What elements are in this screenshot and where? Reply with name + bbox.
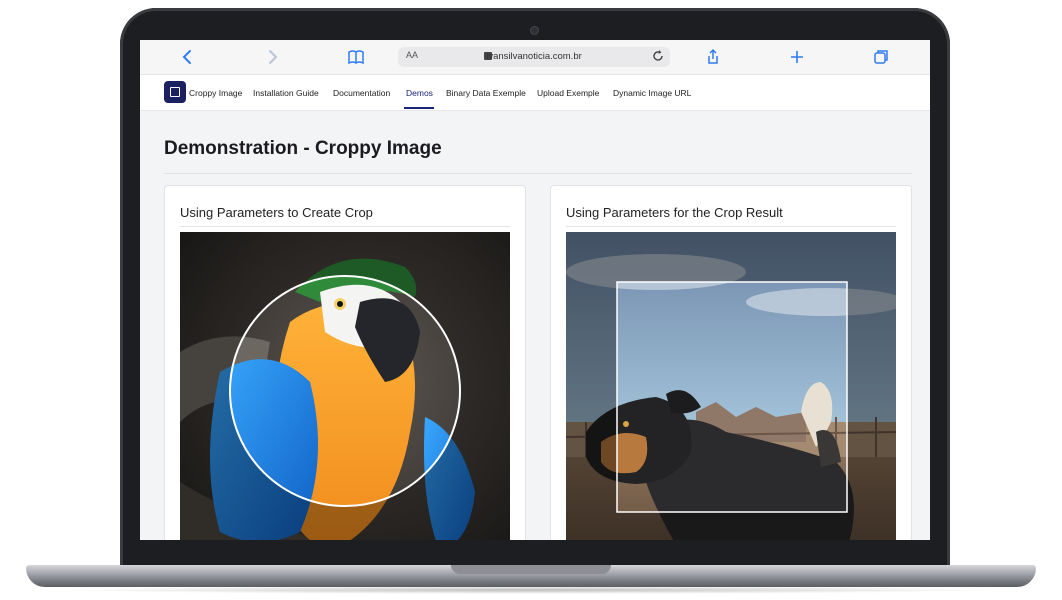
- demo-card-create-crop: Using Parameters to Create Crop: [164, 185, 526, 540]
- card-title: Using Parameters for the Crop Result: [566, 205, 783, 220]
- new-tab-icon[interactable]: [787, 47, 807, 67]
- camera-dot: [531, 27, 538, 34]
- address-bar[interactable]: AA ivansilvanoticia.com.br: [398, 47, 670, 67]
- book-icon[interactable]: [346, 47, 366, 67]
- page-title: Demonstration - Croppy Image: [164, 138, 442, 159]
- nav-item-binary-data[interactable]: Binary Data Exemple: [446, 88, 526, 98]
- parrot-image[interactable]: [180, 232, 510, 540]
- brand-logo[interactable]: [164, 81, 186, 103]
- divider: [164, 173, 912, 174]
- reload-icon[interactable]: [652, 49, 664, 66]
- forward-icon[interactable]: [262, 47, 282, 67]
- crop-icon: [170, 87, 180, 97]
- laptop-shadow: [60, 586, 1000, 594]
- divider: [566, 226, 896, 227]
- tabs-icon[interactable]: [871, 47, 891, 67]
- dog-image[interactable]: [566, 232, 896, 540]
- nav-item-documentation[interactable]: Documentation: [333, 88, 390, 98]
- share-icon[interactable]: [703, 47, 723, 67]
- screen: AA ivansilvanoticia.com.br Croppy Image …: [140, 40, 930, 540]
- nav-brand[interactable]: Croppy Image: [189, 88, 242, 98]
- card-title: Using Parameters to Create Crop: [180, 205, 373, 220]
- nav-item-demos[interactable]: Demos: [406, 88, 433, 98]
- browser-toolbar: AA ivansilvanoticia.com.br: [140, 40, 930, 75]
- nav-item-installation-guide[interactable]: Installation Guide: [253, 88, 319, 98]
- nav-item-dynamic-url[interactable]: Dynamic Image URL: [613, 88, 691, 98]
- site-navbar: Croppy Image Installation Guide Document…: [140, 75, 930, 111]
- demo-card-crop-result: Using Parameters for the Crop Result: [550, 185, 912, 540]
- laptop-notch: [451, 565, 611, 574]
- url-text: ivansilvanoticia.com.br: [486, 51, 582, 62]
- divider: [180, 226, 510, 227]
- active-tab-indicator: [404, 107, 434, 109]
- nav-item-upload[interactable]: Upload Exemple: [537, 88, 599, 98]
- back-icon[interactable]: [178, 47, 198, 67]
